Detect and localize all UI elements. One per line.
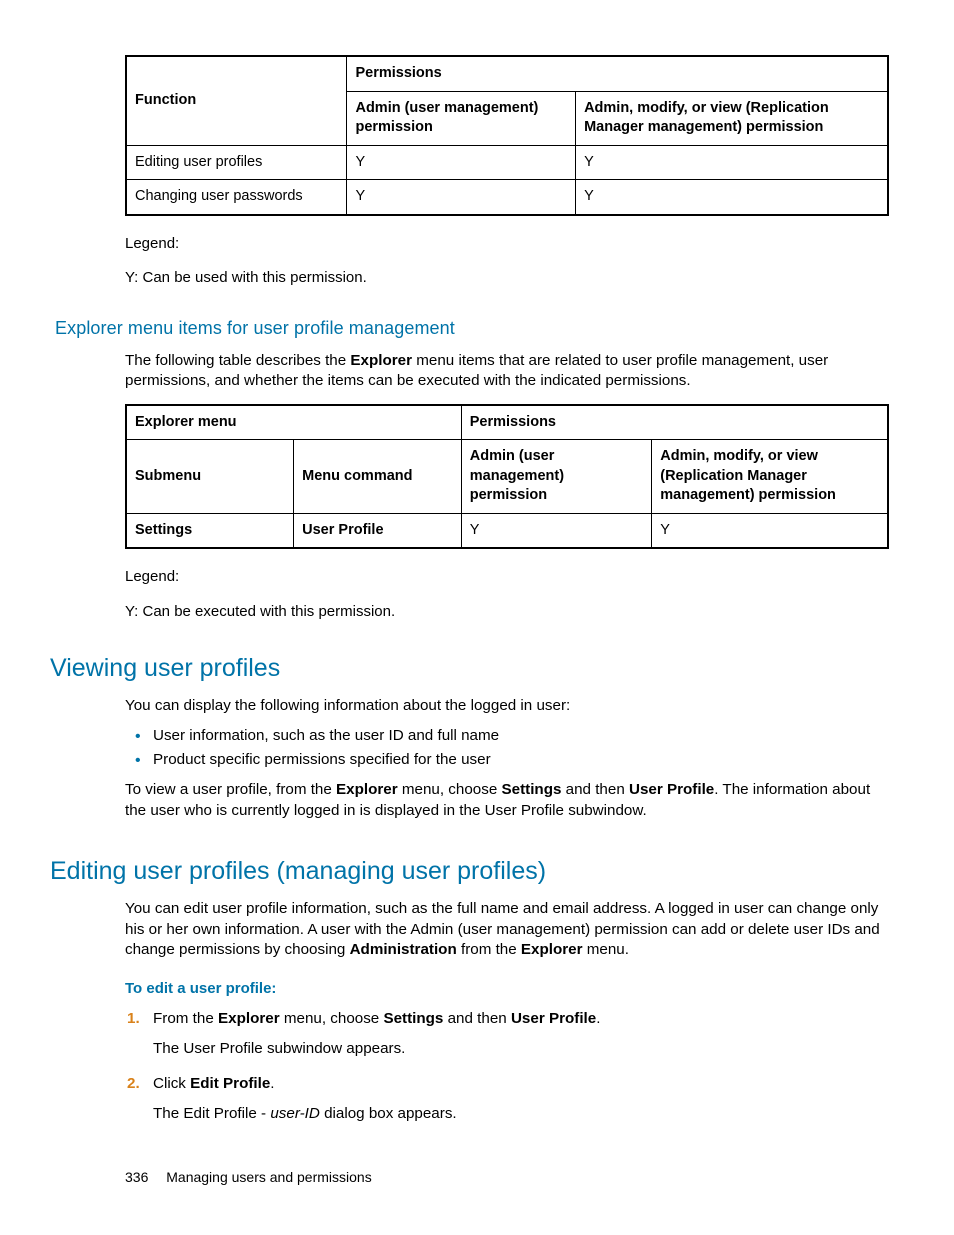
step-result: The User Profile subwindow appears. <box>153 1039 889 1060</box>
td-menu-command: User Profile <box>294 513 462 548</box>
td-perm-a: Y <box>347 180 576 215</box>
table-row: Settings User Profile Y Y <box>126 513 888 548</box>
legend-text: Y: Can be used with this permission. <box>125 268 889 288</box>
table-row: Editing user profiles Y Y <box>126 145 888 180</box>
legend-1: Legend: Y: Can be used with this permiss… <box>125 234 889 289</box>
th-admin-modify-view: Admin, modify, or view (Replication Mana… <box>576 91 888 145</box>
step-item: From the Explorer menu, choose Settings … <box>153 1009 889 1060</box>
td-perm-b: Y <box>576 145 888 180</box>
page-number: 336 <box>125 1169 148 1185</box>
table-row: Function Permissions <box>126 56 888 91</box>
procedure-title: To edit a user profile: <box>125 979 889 999</box>
th-admin-user-mgmt: Admin (user management) permission <box>461 440 652 514</box>
th-function: Function <box>126 56 347 145</box>
td-function: Editing user profiles <box>126 145 347 180</box>
td-perm-a: Y <box>461 513 652 548</box>
step-result: The Edit Profile - user-ID dialog box ap… <box>153 1104 889 1125</box>
th-explorer-menu: Explorer menu <box>126 405 461 440</box>
heading-editing-user-profiles: Editing user profiles (managing user pro… <box>50 855 894 889</box>
explorer-intro-block: The following table describes the Explor… <box>125 351 889 392</box>
explorer-intro-paragraph: The following table describes the Explor… <box>125 351 889 392</box>
table-row: Explorer menu Permissions <box>126 405 888 440</box>
editing-intro-paragraph: You can edit user profile information, s… <box>125 899 889 961</box>
table-row: Submenu Menu command Admin (user managem… <box>126 440 888 514</box>
viewing-intro: You can display the following informatio… <box>125 696 889 717</box>
legend-text: Y: Can be executed with this permission. <box>125 602 889 622</box>
td-function: Changing user passwords <box>126 180 347 215</box>
document-page: Function Permissions Admin (user managem… <box>0 0 954 1235</box>
page-footer: 336 Managing users and permissions <box>125 1168 372 1187</box>
viewing-howto-paragraph: To view a user profile, from the Explore… <box>125 780 889 821</box>
legend-2: Legend: Y: Can be executed with this per… <box>125 567 889 622</box>
td-submenu: Settings <box>126 513 294 548</box>
th-permissions: Permissions <box>347 56 888 91</box>
td-perm-b: Y <box>576 180 888 215</box>
list-item: Product specific permissions specified f… <box>153 750 889 771</box>
heading-viewing-user-profiles: Viewing user profiles <box>50 652 894 686</box>
table2-container: Explorer menu Permissions Submenu Menu c… <box>125 404 889 622</box>
legend-label: Legend: <box>125 567 889 587</box>
list-item: User information, such as the user ID an… <box>153 726 889 747</box>
td-perm-a: Y <box>347 145 576 180</box>
permissions-table-1: Function Permissions Admin (user managem… <box>125 55 889 216</box>
editing-block: You can edit user profile information, s… <box>125 899 889 1125</box>
step-item: Click Edit Profile. The Edit Profile - u… <box>153 1074 889 1125</box>
th-menu-command: Menu command <box>294 440 462 514</box>
permissions-table-2: Explorer menu Permissions Submenu Menu c… <box>125 404 889 550</box>
viewing-bullet-list: User information, such as the user ID an… <box>125 726 889 770</box>
footer-title: Managing users and permissions <box>166 1169 371 1185</box>
table-row: Changing user passwords Y Y <box>126 180 888 215</box>
td-perm-b: Y <box>652 513 888 548</box>
procedure-steps: From the Explorer menu, choose Settings … <box>125 1009 889 1125</box>
th-permissions: Permissions <box>461 405 888 440</box>
legend-label: Legend: <box>125 234 889 254</box>
th-admin-modify-view: Admin, modify, or view (Replication Mana… <box>652 440 888 514</box>
th-admin-user-mgmt: Admin (user management) permission <box>347 91 576 145</box>
table1-container: Function Permissions Admin (user managem… <box>125 55 889 288</box>
th-submenu: Submenu <box>126 440 294 514</box>
heading-explorer-menu-items: Explorer menu items for user profile man… <box>55 316 894 340</box>
viewing-block: You can display the following informatio… <box>125 696 889 822</box>
